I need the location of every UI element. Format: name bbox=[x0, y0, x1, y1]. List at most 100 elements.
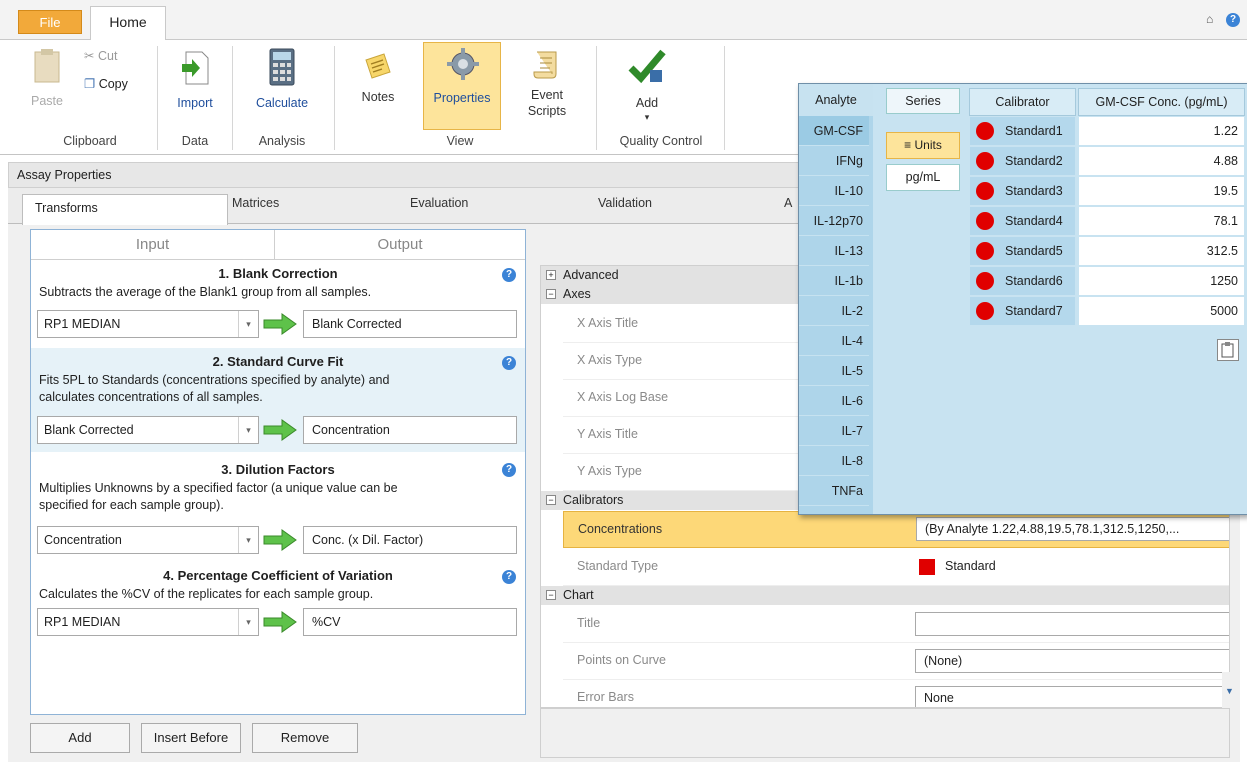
tab-evaluation[interactable]: Evaluation bbox=[410, 196, 468, 210]
analyte-item[interactable]: TNFa bbox=[799, 476, 869, 506]
chevron-down-icon: ▾ bbox=[238, 311, 258, 337]
analyte-item[interactable]: IL-1b bbox=[799, 266, 869, 296]
property-row[interactable]: Error Bars None ▾ bbox=[563, 680, 1229, 707]
remove-button[interactable]: Remove bbox=[252, 723, 358, 753]
qc-group-label: Quality Control bbox=[619, 134, 703, 148]
concentration-cell[interactable]: 19.5 bbox=[1078, 176, 1245, 206]
copy-button[interactable]: ❐ Copy bbox=[84, 76, 128, 91]
property-row-concentrations[interactable]: Concentrations (By Analyte 1.22,4.88,19.… bbox=[563, 511, 1229, 548]
home-tab[interactable]: Home bbox=[90, 6, 166, 41]
transform-blank-correction[interactable]: 1. Blank Correction ? Subtracts the aver… bbox=[31, 264, 525, 348]
analyte-item[interactable]: IL-4 bbox=[799, 326, 869, 356]
properties-button[interactable]: Properties bbox=[423, 42, 501, 130]
help-icon[interactable]: ? bbox=[502, 463, 516, 477]
separator bbox=[157, 46, 158, 150]
property-row[interactable]: Points on Curve (None) ▾ bbox=[563, 643, 1229, 680]
event-scripts-button[interactable]: Event Scripts bbox=[512, 46, 582, 126]
transform-dilution-factors[interactable]: 3. Dilution Factors ? Multiplies Unknown… bbox=[31, 454, 525, 558]
analyte-item[interactable]: IL-5 bbox=[799, 356, 869, 386]
analyte-item[interactable]: GM-CSF bbox=[799, 116, 869, 146]
import-button[interactable]: Import bbox=[168, 46, 222, 122]
tab-more[interactable]: A bbox=[784, 196, 792, 210]
tab-validation[interactable]: Validation bbox=[598, 196, 652, 210]
analyte-item[interactable]: IL-13 bbox=[799, 236, 869, 266]
calibrator-cell[interactable]: Standard1 bbox=[969, 116, 1076, 146]
insert-before-button[interactable]: Insert Before bbox=[141, 723, 241, 753]
output-field[interactable]: %CV bbox=[303, 608, 517, 636]
analyte-item[interactable]: IL-7 bbox=[799, 416, 869, 446]
transform-standard-curve-fit[interactable]: 2. Standard Curve Fit ? Fits 5PL to Stan… bbox=[31, 348, 525, 452]
calibrator-cell[interactable]: Standard7 bbox=[969, 296, 1076, 326]
chart-title-input[interactable] bbox=[915, 612, 1229, 636]
input-select[interactable]: RP1 MEDIAN ▾ bbox=[37, 608, 259, 636]
series-button[interactable]: Series bbox=[886, 88, 960, 114]
add-qc-button[interactable]: Add ▾ bbox=[612, 46, 682, 126]
collapse-icon[interactable]: − bbox=[546, 590, 556, 600]
concentration-cell[interactable]: 78.1 bbox=[1078, 206, 1245, 236]
error-bars-select[interactable]: None ▾ bbox=[915, 686, 1229, 707]
category-chart[interactable]: − Chart bbox=[541, 586, 1229, 605]
separator bbox=[596, 46, 597, 150]
analyte-item[interactable]: IL-2 bbox=[799, 296, 869, 326]
output-field[interactable]: Concentration bbox=[303, 416, 517, 444]
cut-button[interactable]: ✂ Cut bbox=[84, 48, 117, 63]
analyte-list: Analyte GM-CSF IFNg IL-10 IL-12p70 IL-13… bbox=[799, 84, 873, 514]
analyte-item[interactable]: IL-6 bbox=[799, 386, 869, 416]
calibrator-cell[interactable]: Standard3 bbox=[969, 176, 1076, 206]
units-button[interactable]: ≡ Units bbox=[886, 132, 960, 159]
analyte-item[interactable]: IL-12p70 bbox=[799, 206, 869, 236]
tab-output[interactable]: Output bbox=[275, 230, 525, 260]
input-select[interactable]: Concentration ▾ bbox=[37, 526, 259, 554]
collapse-icon[interactable]: − bbox=[546, 495, 556, 505]
input-select[interactable]: RP1 MEDIAN ▾ bbox=[37, 310, 259, 338]
analyte-header: Analyte bbox=[799, 84, 873, 116]
calibrator-cell[interactable]: Standard5 bbox=[969, 236, 1076, 266]
points-on-curve-select[interactable]: (None) ▾ bbox=[915, 649, 1229, 673]
help-icon[interactable]: ? bbox=[502, 570, 516, 584]
view-group-label: View bbox=[446, 134, 474, 148]
units-field[interactable]: pg/mL bbox=[886, 164, 960, 191]
red-dot-icon bbox=[976, 182, 994, 200]
help-icon[interactable]: ? bbox=[502, 356, 516, 370]
scrollbar[interactable]: ▼ bbox=[1222, 672, 1236, 708]
transform-percentage-cv[interactable]: 4. Percentage Coefficient of Variation ?… bbox=[31, 564, 525, 654]
tab-input[interactable]: Input bbox=[31, 230, 275, 260]
calibrator-cell[interactable]: Standard2 bbox=[969, 146, 1076, 176]
analyte-item[interactable]: IFNg bbox=[799, 146, 869, 176]
expand-icon[interactable]: + bbox=[546, 270, 556, 280]
output-field[interactable]: Conc. (x Dil. Factor) bbox=[303, 526, 517, 554]
calibrator-cell[interactable]: Standard6 bbox=[969, 266, 1076, 296]
import-icon bbox=[182, 51, 209, 85]
collapse-icon[interactable]: − bbox=[546, 289, 556, 299]
file-tab[interactable]: File bbox=[18, 10, 82, 34]
calculate-button[interactable]: Calculate bbox=[244, 46, 320, 122]
concentrations-select[interactable]: (By Analyte 1.22,4.88,19.5,78.1,312.5,12… bbox=[916, 517, 1229, 541]
property-row[interactable]: Title bbox=[563, 606, 1229, 643]
add-button[interactable]: Add bbox=[30, 723, 130, 753]
help-icon[interactable]: ? bbox=[502, 268, 516, 282]
red-dot-icon bbox=[976, 272, 994, 290]
minimize-ribbon-icon[interactable]: ⌂ bbox=[1206, 12, 1213, 26]
calibrator-cell[interactable]: Standard4 bbox=[969, 206, 1076, 236]
scroll-down-icon[interactable]: ▼ bbox=[1225, 686, 1234, 696]
tab-transforms[interactable]: Transforms bbox=[22, 194, 228, 225]
paste-button[interactable]: Paste bbox=[22, 46, 72, 116]
standard-type-select[interactable]: Standard ▾ bbox=[915, 555, 1229, 579]
output-field[interactable]: Blank Corrected bbox=[303, 310, 517, 338]
input-select[interactable]: Blank Corrected ▾ bbox=[37, 416, 259, 444]
paste-icon[interactable] bbox=[1217, 339, 1239, 361]
notes-button[interactable]: Notes bbox=[346, 46, 410, 122]
concentration-cell[interactable]: 1250 bbox=[1078, 266, 1245, 296]
checkmark-icon bbox=[628, 49, 666, 84]
concentration-cell[interactable]: 4.88 bbox=[1078, 146, 1245, 176]
red-dot-icon bbox=[976, 242, 994, 260]
concentration-cell[interactable]: 5000 bbox=[1078, 296, 1245, 326]
concentrations-popup: Analyte GM-CSF IFNg IL-10 IL-12p70 IL-13… bbox=[798, 83, 1247, 515]
analyte-item[interactable]: IL-10 bbox=[799, 176, 869, 206]
analyte-item[interactable]: IL-8 bbox=[799, 446, 869, 476]
property-row[interactable]: Standard Type Standard ▾ bbox=[563, 549, 1229, 586]
concentration-cell[interactable]: 1.22 bbox=[1078, 116, 1245, 146]
tab-matrices[interactable]: Matrices bbox=[232, 196, 279, 210]
help-icon[interactable]: ? bbox=[1226, 13, 1240, 27]
concentration-cell[interactable]: 312.5 bbox=[1078, 236, 1245, 266]
